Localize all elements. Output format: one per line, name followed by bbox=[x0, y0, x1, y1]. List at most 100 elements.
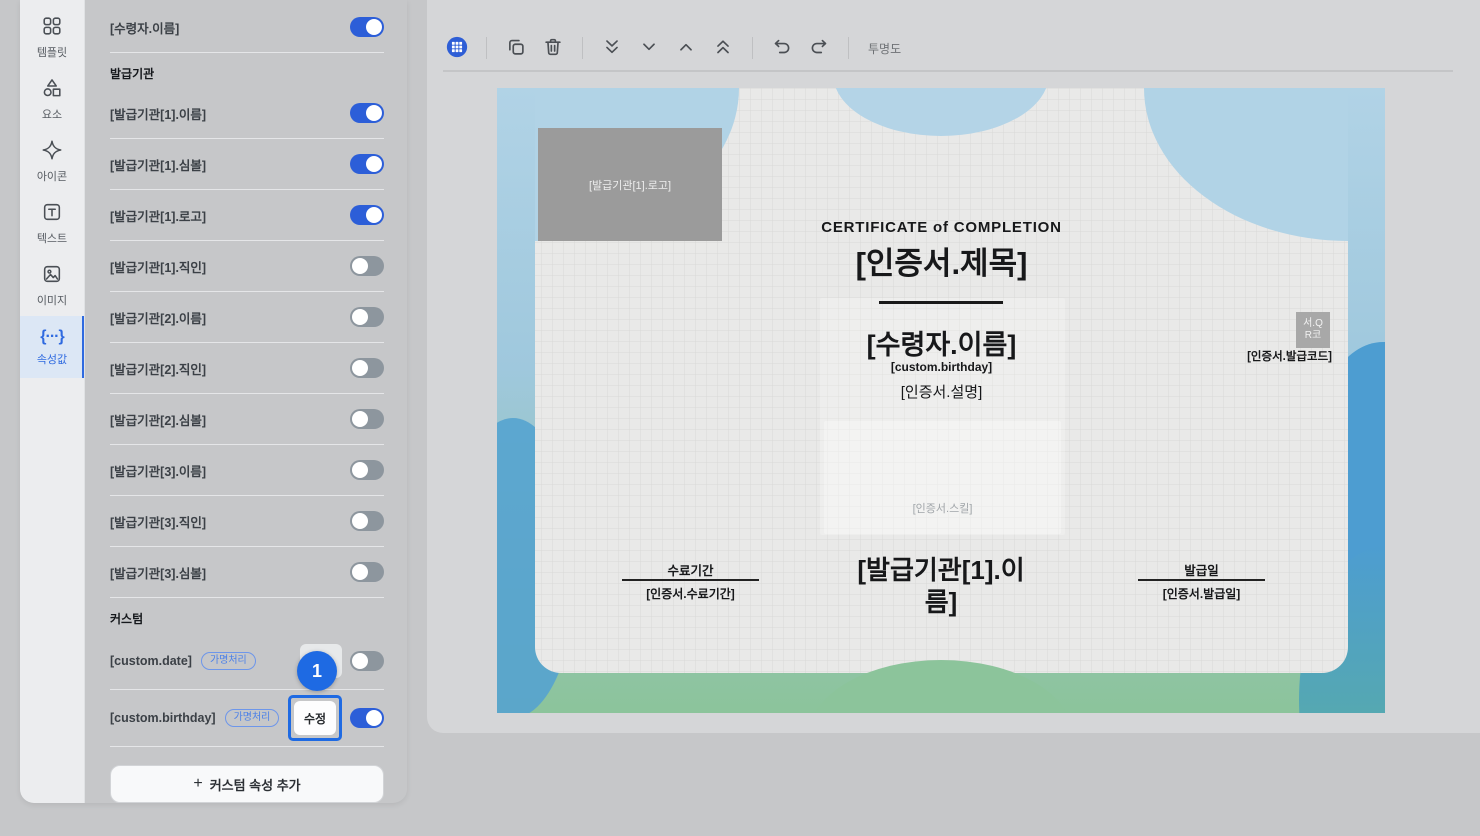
edit-button[interactable]: 수정 bbox=[294, 701, 336, 735]
issue-date-block[interactable]: 발급일 [인증서.발급일] bbox=[1138, 560, 1265, 602]
shapes-icon bbox=[41, 77, 63, 102]
visibility-toggle[interactable] bbox=[350, 562, 384, 582]
visibility-toggle[interactable] bbox=[350, 307, 384, 327]
attribute-label: [발급기관[1].심볼] bbox=[110, 158, 207, 173]
visibility-toggle[interactable] bbox=[350, 409, 384, 429]
visibility-toggle[interactable] bbox=[350, 460, 384, 480]
attribute-row: [발급기관[1].로고] bbox=[110, 190, 384, 241]
attribute-row: [custom.date] 가명처리 1 bbox=[110, 633, 384, 691]
attribute-label: [발급기관[1].로고] bbox=[110, 209, 207, 224]
grid-circle-button[interactable] bbox=[443, 34, 471, 62]
chevron-up-icon bbox=[675, 36, 697, 61]
visibility-toggle[interactable] bbox=[350, 708, 384, 728]
issue-code-placeholder[interactable]: [인증서.발급코드] bbox=[1246, 349, 1332, 365]
attribute-label: [발급기관[1].이름] bbox=[110, 107, 207, 122]
attribute-row: [발급기관[2].심볼] bbox=[110, 394, 384, 445]
certificate-canvas[interactable]: [발급기관[1].로고] CERTIFICATE of COMPLETION [… bbox=[497, 88, 1385, 713]
toolbar-separator bbox=[848, 37, 849, 59]
annotation-highlight-box: 수정 bbox=[288, 695, 342, 741]
qr-code-placeholder[interactable]: 서.Q R코 bbox=[1296, 312, 1330, 348]
attribute-row: [발급기관[3].이름] bbox=[110, 445, 384, 496]
toolbar-separator bbox=[752, 37, 753, 59]
redo-button[interactable] bbox=[805, 34, 833, 62]
completion-period-block[interactable]: 수료기간 [인증서.수료기간] bbox=[622, 560, 759, 602]
visibility-toggle[interactable] bbox=[350, 256, 384, 276]
attribute-label: [발급기관[2].직인] bbox=[110, 362, 207, 377]
visibility-toggle[interactable] bbox=[350, 17, 384, 37]
birthday-placeholder[interactable]: [custom.birthday] bbox=[535, 360, 1348, 374]
toggle-knob bbox=[352, 462, 368, 478]
edit-button[interactable]: 1 bbox=[297, 644, 342, 691]
opacity-label[interactable]: 투명도 bbox=[868, 40, 901, 57]
attribute-label: [발급기관[2].심볼] bbox=[110, 413, 207, 428]
attribute-row: [수령자.이름] bbox=[110, 2, 384, 53]
double-chevron-down-icon bbox=[601, 36, 623, 61]
left-sidebar-window: 템플릿 요소 아이콘 텍스트 이미지 {···} 속성값 [수령자.이름] 발급기관 [발급기관… bbox=[20, 0, 407, 803]
sidebar-item-label: 템플릿 bbox=[36, 46, 68, 59]
pseudonymize-badge: 가명처리 bbox=[224, 709, 280, 727]
sidebar-item-templates[interactable]: 템플릿 bbox=[20, 6, 84, 68]
duplicate-icon bbox=[505, 36, 527, 61]
attribute-label: [발급기관[2].이름] bbox=[110, 311, 207, 326]
attribute-label: [발급기관[1].직인] bbox=[110, 260, 207, 275]
visibility-toggle[interactable] bbox=[350, 103, 384, 123]
double-chevron-up-button[interactable] bbox=[709, 34, 737, 62]
pseudonymize-badge: 가명처리 bbox=[200, 652, 256, 670]
visibility-toggle[interactable] bbox=[350, 511, 384, 531]
toggle-knob bbox=[366, 19, 382, 35]
sidebar-item-images[interactable]: 이미지 bbox=[20, 254, 84, 316]
toggle-knob bbox=[352, 513, 368, 529]
certificate-eyebrow[interactable]: CERTIFICATE of COMPLETION bbox=[535, 219, 1348, 236]
skills-block-box[interactable] bbox=[824, 421, 1061, 534]
visibility-toggle[interactable] bbox=[350, 205, 384, 225]
chevron-down-button[interactable] bbox=[635, 34, 663, 62]
canvas-panel: 투명도 [발급기관[1].로고] CERTIFICATE of COMPLETI… bbox=[427, 0, 1480, 733]
attribute-row: [발급기관[1].심볼] bbox=[110, 139, 384, 190]
toggle-knob bbox=[352, 258, 368, 274]
undo-button[interactable] bbox=[768, 34, 796, 62]
completion-period-underline bbox=[622, 579, 759, 581]
issuer-name-placeholder[interactable]: [발급기관[1].이름] bbox=[843, 554, 1039, 618]
completion-period-label: 수료기간 bbox=[667, 564, 714, 578]
double-chevron-down-button[interactable] bbox=[598, 34, 626, 62]
nav-rail: 템플릿요소 아이콘 텍스트이미지 {···} 속성값 bbox=[20, 0, 85, 803]
title-divider[interactable] bbox=[879, 301, 1003, 304]
recipient-name-placeholder[interactable]: [수령자.이름] bbox=[535, 323, 1348, 362]
grid-icon bbox=[41, 15, 63, 40]
image-icon bbox=[41, 263, 63, 288]
trash-button[interactable] bbox=[539, 34, 567, 62]
toolbar-divider bbox=[443, 70, 1453, 72]
sidebar-item-label: 속성값 bbox=[36, 354, 68, 366]
toggle-knob bbox=[366, 710, 382, 726]
toolbar-separator bbox=[582, 37, 583, 59]
attribute-row: [발급기관[3].심볼] bbox=[110, 547, 384, 598]
section-header: 커스텀 bbox=[110, 612, 144, 626]
sidebar-item-icons[interactable]: 아이콘 bbox=[20, 130, 84, 192]
sidebar-item-elements[interactable]: 요소 bbox=[20, 68, 84, 130]
toggle-knob bbox=[366, 207, 382, 223]
toggle-knob bbox=[352, 411, 368, 427]
toggle-knob bbox=[352, 564, 368, 580]
add-custom-attribute-label: 커스텀 속성 추가 bbox=[209, 777, 301, 793]
chevron-up-button[interactable] bbox=[672, 34, 700, 62]
attribute-panel: [수령자.이름] 발급기관 [발급기관[1].이름] [발급기관[1].심볼] [발급기… bbox=[85, 0, 407, 803]
attribute-row: [발급기관[2].직인] bbox=[110, 343, 384, 394]
attribute-row: [발급기관[3].직인] bbox=[110, 496, 384, 547]
visibility-toggle[interactable] bbox=[350, 358, 384, 378]
duplicate-button[interactable] bbox=[502, 34, 530, 62]
issuer-logo-label: [발급기관[1].로고] bbox=[588, 179, 672, 192]
chevron-down-icon bbox=[638, 36, 660, 61]
certificate-title-placeholder[interactable]: [인증서.제목] bbox=[535, 238, 1348, 283]
sidebar-item-attributes[interactable]: {···} 속성값 bbox=[20, 316, 84, 378]
attribute-rows: [수령자.이름] 발급기관 [발급기관[1].이름] [발급기관[1].심볼] [발급기… bbox=[110, 2, 384, 747]
description-placeholder[interactable]: [인증서.설명] bbox=[535, 381, 1348, 402]
sidebar-item-text[interactable]: 텍스트 bbox=[20, 192, 84, 254]
braces-icon: {···} bbox=[40, 328, 64, 345]
skills-placeholder[interactable]: [인증서.스킬] bbox=[824, 500, 1061, 516]
add-custom-attribute-button[interactable]: + 커스텀 속성 추가 bbox=[110, 765, 384, 803]
attribute-row: [발급기관[2].이름] bbox=[110, 292, 384, 343]
visibility-toggle[interactable] bbox=[350, 154, 384, 174]
visibility-toggle[interactable] bbox=[350, 651, 384, 671]
sidebar-item-label: 이미지 bbox=[36, 294, 68, 307]
annotation-step-1: 1 bbox=[297, 651, 337, 691]
